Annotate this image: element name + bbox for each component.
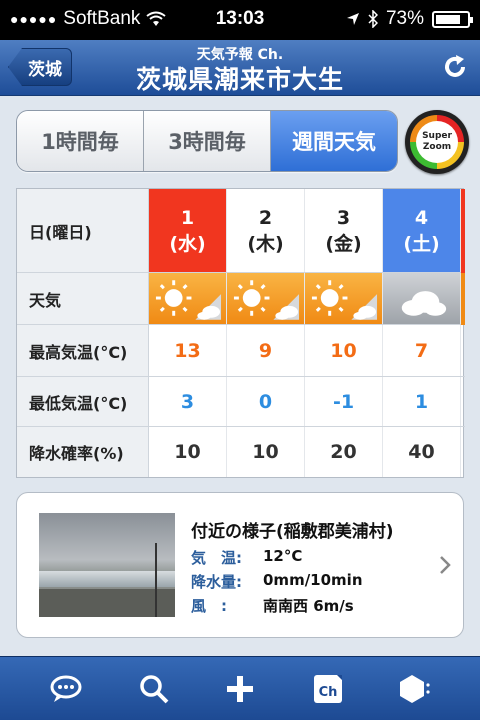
rain-chance-value: 40 [383, 427, 461, 477]
refresh-icon[interactable] [440, 52, 470, 82]
location-icon [346, 13, 359, 25]
low-temp-value: 1 [383, 377, 461, 426]
forecast-mode-selector: 1時間毎 3時間毎 週間天気 [16, 110, 398, 172]
wind-value: 南南西 6m/s [263, 597, 354, 615]
sunny-then-cloudy-icon [227, 273, 305, 324]
status-bar: ●●●●● SoftBank 13:03 73% [0, 0, 480, 40]
svg-text:Ch: Ch [319, 685, 338, 700]
row-label-rain: 降水確率(%) [17, 427, 149, 477]
temp-value: 12°C [263, 547, 303, 565]
rain-chance-value: 10 [227, 427, 305, 477]
low-temp-value: 3 [149, 377, 227, 426]
day-number: 3 [336, 206, 351, 229]
day-number: 4 [414, 206, 429, 229]
day-cell: 4 (土) [383, 189, 461, 272]
row-rain-chance: 降水確率(%) 10 10 20 40 [17, 427, 465, 477]
rain-chance-value: 20 [305, 427, 383, 477]
row-label-high: 最高気温(°C) [17, 325, 149, 376]
row-day: 日(曜日) 1 (水) 2 (木) 3 (金) 4 (土) [17, 189, 465, 273]
tab-hourly[interactable]: 1時間毎 [17, 111, 144, 171]
add-icon[interactable] [222, 671, 258, 707]
row-label-day: 日(曜日) [17, 189, 149, 272]
high-temp-value: 9 [227, 325, 305, 376]
nearby-title: 付近の様子(稲敷郡美浦村) [191, 522, 394, 542]
high-temp-value: 10 [305, 325, 383, 376]
rain-chance-value: 10 [149, 427, 227, 477]
tab-three-hour[interactable]: 3時間毎 [144, 111, 271, 171]
day-cell: 1 (水) [149, 189, 227, 272]
temp-label: 気 温: [191, 549, 242, 567]
navigation-bar: 茨城 天気予報 Ch. 茨城県潮来市大生 [0, 40, 480, 96]
low-temp-value: 0 [227, 377, 305, 426]
day-of-week: (金) [325, 232, 362, 255]
wind-label: 風 : [191, 597, 227, 615]
battery-percent: 73% [385, 8, 424, 29]
sunny-then-cloudy-icon [149, 273, 227, 324]
page-title: 茨城県潮来市大生 [135, 65, 344, 94]
row-low-temp: 最低気温(°C) 3 0 -1 1 [17, 377, 465, 427]
day-of-week: (木) [247, 232, 284, 255]
channel-icon[interactable]: Ch [310, 671, 346, 707]
day-number: 1 [180, 206, 195, 229]
day-of-week: (土) [403, 232, 440, 255]
high-temp-value: 13 [149, 325, 227, 376]
row-label-weather: 天気 [17, 273, 149, 324]
bluetooth-icon [368, 10, 378, 28]
tab-bar: Ch [0, 656, 480, 720]
day-of-week: (水) [169, 232, 206, 255]
live-camera-thumbnail [39, 513, 175, 617]
super-zoom-button[interactable]: Super Zoom [405, 110, 469, 174]
nearby-conditions-card[interactable]: 付近の様子(稲敷郡美浦村) 気 温: 12°C 降水量: 0mm/10min 風… [16, 492, 464, 638]
precip-value: 0mm/10min [263, 571, 363, 589]
chevron-right-icon [440, 556, 451, 574]
day-number: 2 [258, 206, 273, 229]
row-weather: 天気 [17, 273, 465, 325]
precip-label: 降水量: [191, 573, 242, 591]
day-cell: 2 (木) [227, 189, 305, 272]
high-temp-value: 7 [383, 325, 461, 376]
zoom-label-line2: Zoom [422, 142, 452, 152]
settings-icon[interactable] [396, 671, 432, 707]
cloudy-icon [383, 273, 461, 324]
row-high-temp: 最高気温(°C) 13 9 10 7 [17, 325, 465, 377]
tab-weekly[interactable]: 週間天気 [271, 111, 397, 171]
next-day-edge [461, 189, 465, 273]
chat-icon[interactable] [48, 671, 84, 707]
search-icon[interactable] [136, 671, 172, 707]
day-cell: 3 (金) [305, 189, 383, 272]
weekly-forecast-table: 日(曜日) 1 (水) 2 (木) 3 (金) 4 (土) 天気 最高気温(°C… [16, 188, 465, 478]
battery-icon [432, 10, 473, 28]
low-temp-value: -1 [305, 377, 383, 426]
zoom-label-line1: Super [422, 131, 452, 141]
sunny-then-cloudy-icon [305, 273, 383, 324]
row-label-low: 最低気温(°C) [17, 377, 149, 426]
